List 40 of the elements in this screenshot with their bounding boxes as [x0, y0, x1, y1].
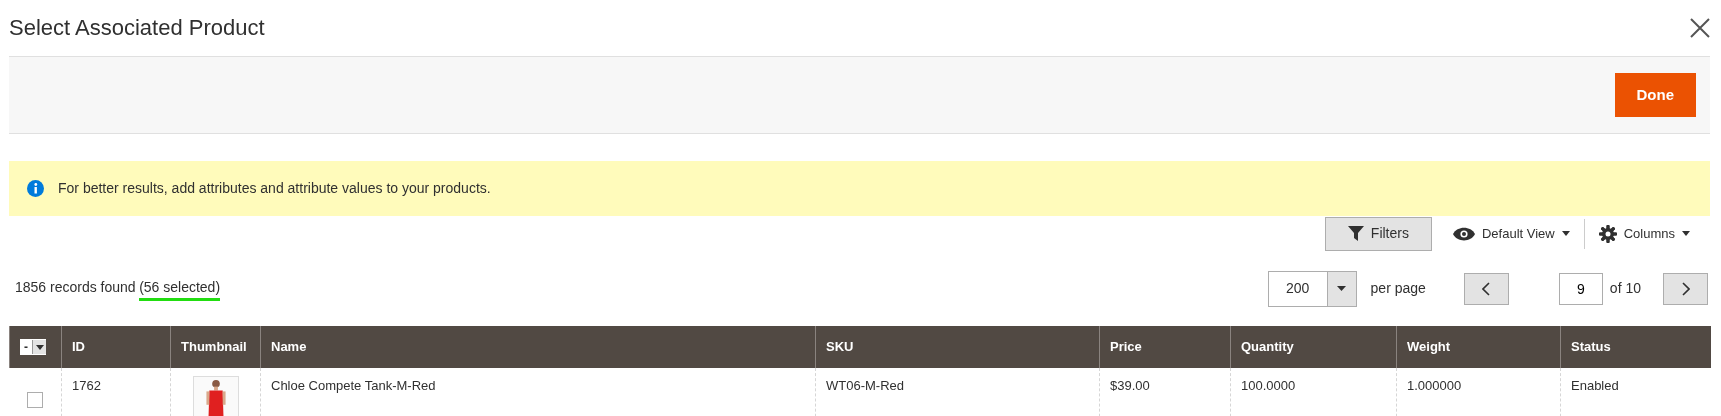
filter-icon	[1347, 226, 1364, 241]
dialog-title: Select Associated Product	[9, 14, 265, 42]
previous-page-button[interactable]	[1463, 272, 1509, 305]
caret-icon	[1682, 231, 1690, 236]
per-page-label: per page	[1370, 279, 1426, 298]
column-header[interactable]: Status	[1560, 326, 1711, 368]
page-count: of 10	[1609, 279, 1641, 298]
table-cell: 100.0000	[1241, 378, 1296, 393]
next-page-button[interactable]	[1663, 272, 1708, 305]
settings-icon	[1598, 224, 1617, 243]
done-button[interactable]: Done	[1614, 73, 1696, 117]
table-cell: 1762	[72, 378, 101, 393]
chevron-left-icon	[1482, 281, 1491, 296]
filters-button[interactable]: Filters	[1324, 216, 1432, 251]
caret-icon	[1337, 286, 1347, 291]
chevron-right-icon	[1681, 281, 1690, 296]
notice-text: For better results, add attributes and attribute values to your products.	[58, 179, 491, 198]
info-icon	[27, 180, 44, 197]
page-field[interactable]: 9	[1558, 272, 1603, 305]
table-cell: Chloe Compete Tank-M-Red	[271, 378, 436, 393]
column-header[interactable]: Thumbnail	[170, 326, 261, 368]
eye-icon	[1452, 226, 1475, 241]
selected-count: (56 selected)	[139, 276, 221, 301]
mass-select-control[interactable]: -	[20, 339, 46, 356]
table-cell: 1.000000	[1407, 378, 1462, 393]
column-header[interactable]: SKU	[815, 326, 1100, 368]
column-header[interactable]: ID	[61, 326, 171, 368]
per-page-select[interactable]: 200	[1267, 270, 1357, 307]
table-cell: WT06-M-Red	[826, 378, 904, 393]
column-header[interactable]: Quantity	[1230, 326, 1397, 368]
column-header[interactable]: Price	[1099, 326, 1231, 368]
caret-icon	[35, 344, 44, 350]
column-header[interactable]: Weight	[1396, 326, 1561, 368]
column-header[interactable]: Name	[260, 326, 816, 368]
table-cell: $39.00	[1110, 378, 1150, 393]
records-count: 1856 records found	[15, 277, 136, 297]
row-checkbox[interactable]	[27, 392, 44, 408]
table-cell: Enabled	[1571, 378, 1619, 393]
close-icon[interactable]	[1690, 18, 1710, 38]
caret-icon	[1561, 231, 1570, 236]
